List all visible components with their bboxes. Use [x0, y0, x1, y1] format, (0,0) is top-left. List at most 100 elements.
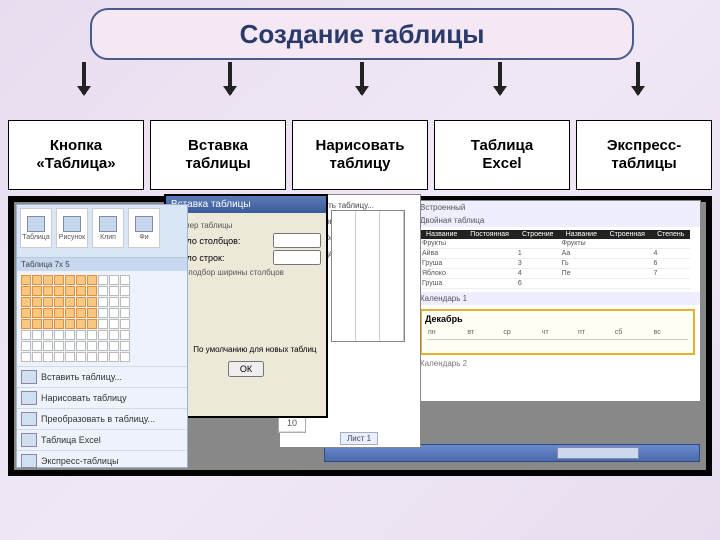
grid-cell[interactable]: [120, 319, 130, 329]
grid-cell[interactable]: [98, 275, 108, 285]
grid-cell[interactable]: [32, 275, 42, 285]
grid-cell[interactable]: [120, 286, 130, 296]
grid-cell[interactable]: [76, 275, 86, 285]
grid-cell[interactable]: [32, 297, 42, 307]
grid-cell[interactable]: [65, 319, 75, 329]
grid-cell[interactable]: [120, 297, 130, 307]
grid-cell[interactable]: [65, 341, 75, 351]
calendar1-preview[interactable]: Декабрь пнвтсрчтптсбвс: [420, 309, 695, 355]
grid-cell[interactable]: [21, 308, 31, 318]
grid-cell[interactable]: [109, 352, 119, 362]
ribbon-icon[interactable]: Рисунок: [56, 208, 88, 248]
grid-cell[interactable]: [120, 330, 130, 340]
grid-cell[interactable]: [21, 275, 31, 285]
grid-cell[interactable]: [54, 286, 64, 296]
grid-cell[interactable]: [109, 286, 119, 296]
grid-cell[interactable]: [32, 286, 42, 296]
grid-cell[interactable]: [87, 341, 97, 351]
default-checkbox-label: По умолчанию для новых таблиц: [193, 345, 316, 354]
grid-cell[interactable]: [54, 330, 64, 340]
grid-cell[interactable]: [54, 275, 64, 285]
grid-cell[interactable]: [87, 286, 97, 296]
grid-cell[interactable]: [65, 286, 75, 296]
grid-cell[interactable]: [87, 275, 97, 285]
grid-cell[interactable]: [54, 319, 64, 329]
grid-cell[interactable]: [76, 308, 86, 318]
grid-cell[interactable]: [98, 297, 108, 307]
grid-cell[interactable]: [32, 308, 42, 318]
grid-cell[interactable]: [76, 330, 86, 340]
grid-cell[interactable]: [21, 286, 31, 296]
grid-cell[interactable]: [21, 297, 31, 307]
grid-cell[interactable]: [98, 286, 108, 296]
grid-cell[interactable]: [43, 341, 53, 351]
table-menu-item[interactable]: Нарисовать таблицу: [17, 387, 187, 408]
grid-cell[interactable]: [76, 297, 86, 307]
grid-cell[interactable]: [76, 319, 86, 329]
grid-cell[interactable]: [65, 308, 75, 318]
grid-cell[interactable]: [32, 330, 42, 340]
grid-cell[interactable]: [43, 319, 53, 329]
grid-cell[interactable]: [98, 341, 108, 351]
grid-cell[interactable]: [65, 330, 75, 340]
grid-cell[interactable]: [32, 319, 42, 329]
grid-cell[interactable]: [120, 341, 130, 351]
grid-cell[interactable]: [87, 319, 97, 329]
grid-cell[interactable]: [120, 352, 130, 362]
grid-cell[interactable]: [109, 297, 119, 307]
grid-cell[interactable]: [65, 275, 75, 285]
ok-button[interactable]: ОК: [228, 361, 264, 377]
spin-input[interactable]: [273, 250, 321, 265]
grid-cell[interactable]: [43, 352, 53, 362]
grid-cell[interactable]: [76, 286, 86, 296]
grid-cell[interactable]: [54, 297, 64, 307]
table-menu-item[interactable]: Экспресс-таблицы: [17, 450, 187, 471]
table-menu-item[interactable]: Таблица Excel: [17, 429, 187, 450]
grid-cell[interactable]: [21, 330, 31, 340]
grid-cell[interactable]: [98, 352, 108, 362]
grid-cell[interactable]: [109, 319, 119, 329]
grid-cell[interactable]: [109, 341, 119, 351]
grid-cell[interactable]: [98, 319, 108, 329]
grid-cell[interactable]: [76, 352, 86, 362]
sheet-tab[interactable]: Лист 1: [340, 432, 378, 445]
grid-cell[interactable]: [43, 330, 53, 340]
spin-input[interactable]: [273, 233, 321, 248]
ribbon-icon[interactable]: Фи: [128, 208, 160, 248]
table-menu-item[interactable]: Вставить таблицу...: [17, 366, 187, 387]
grid-cell[interactable]: [21, 341, 31, 351]
grid-cell[interactable]: [98, 330, 108, 340]
table-size-grid[interactable]: [17, 271, 187, 366]
grid-cell[interactable]: [54, 341, 64, 351]
grid-cell[interactable]: [87, 352, 97, 362]
grid-cell[interactable]: [65, 352, 75, 362]
grid-cell[interactable]: [109, 275, 119, 285]
default-checkbox-row[interactable]: По умолчанию для новых таблиц: [171, 336, 321, 355]
grid-cell[interactable]: [43, 297, 53, 307]
grid-cell[interactable]: [54, 308, 64, 318]
grid-cell[interactable]: [32, 352, 42, 362]
grid-cell[interactable]: [43, 308, 53, 318]
grid-cell[interactable]: [65, 297, 75, 307]
grid-cell[interactable]: [120, 308, 130, 318]
zoom-slider[interactable]: [557, 447, 639, 459]
grid-cell[interactable]: [109, 330, 119, 340]
ribbon-icon[interactable]: Таблица: [20, 208, 52, 248]
grid-cell[interactable]: [21, 319, 31, 329]
grid-cell[interactable]: [98, 308, 108, 318]
grid-cell[interactable]: [54, 352, 64, 362]
grid-cell[interactable]: [32, 341, 42, 351]
grid-cell[interactable]: [76, 341, 86, 351]
arrow-icon: [360, 62, 364, 94]
table-menu-item[interactable]: Преобразовать в таблицу...: [17, 408, 187, 429]
ribbon-icon[interactable]: Клип: [92, 208, 124, 248]
grid-cell[interactable]: [120, 275, 130, 285]
grid-cell[interactable]: [109, 308, 119, 318]
grid-cell[interactable]: [43, 286, 53, 296]
grid-cell[interactable]: [87, 308, 97, 318]
dialog-title: Вставка таблицы: [166, 196, 326, 213]
grid-cell[interactable]: [21, 352, 31, 362]
grid-cell[interactable]: [87, 297, 97, 307]
grid-cell[interactable]: [43, 275, 53, 285]
grid-cell[interactable]: [87, 330, 97, 340]
